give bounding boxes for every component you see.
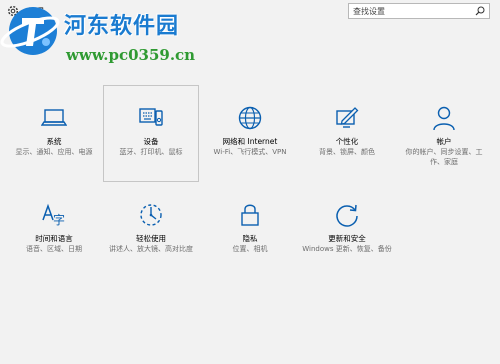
tile-label: 系统 (46, 137, 62, 146)
globe-icon (238, 106, 262, 130)
tile-ease-of-access[interactable]: 轻松使用 讲述人、放大镜、高对比度 (103, 201, 199, 298)
tile-label: 网络和 Internet (222, 137, 278, 146)
watermark-name: 河东软件园 (64, 13, 180, 39)
search-input[interactable] (353, 5, 463, 17)
lock-icon (241, 204, 259, 226)
tile-description: 讲述人、放大镜、高对比度 (109, 245, 193, 253)
tile-label: 时间和语言 (35, 234, 73, 243)
tile-label: 隐私 (242, 234, 258, 243)
tile-system[interactable]: 系统 显示、通知、应用、电源 (6, 104, 102, 201)
svg-text:字: 字 (53, 212, 65, 227)
search-icon[interactable] (475, 6, 485, 16)
tile-label: 更新和安全 (328, 234, 366, 243)
watermark-logo (0, 7, 60, 55)
tile-description: 背景、锁屏、颜色 (319, 148, 375, 156)
tile-privacy[interactable]: 隐私 位置、相机 (202, 201, 298, 298)
tile-description: 蓝牙、打印机、鼠标 (119, 148, 183, 156)
tile-label: 设备 (143, 137, 159, 146)
person-icon (433, 106, 455, 131)
ease-of-access-icon (140, 204, 162, 226)
laptop-icon (41, 109, 67, 126)
devices-icon (139, 108, 163, 126)
search-box[interactable] (348, 3, 490, 19)
personalization-icon (336, 107, 359, 128)
watermark-url: www.pc0359.cn (66, 46, 196, 64)
tile-description: Windows 更新、恢复、备份 (302, 245, 392, 253)
watermark: 河东软件园 www.pc0359.cn (0, 0, 210, 76)
tile-description: 语音、区域、日期 (26, 245, 82, 253)
tile-description: 位置、相机 (232, 245, 268, 253)
tile-description: 显示、通知、应用、电源 (15, 148, 93, 156)
time-language-icon: 字 (42, 203, 65, 227)
tile-time-language[interactable]: 字 时间和语言 语音、区域、日期 (6, 201, 102, 298)
tile-label: 帐户 (436, 137, 452, 146)
tile-description: 你的帐户、同步设置、工作、家庭 (405, 148, 483, 166)
tile-personalization[interactable]: 个性化 背景、锁屏、颜色 (299, 104, 395, 201)
tile-description: Wi-Fi、飞行模式、VPN (213, 148, 287, 156)
tile-update-security[interactable]: 更新和安全 Windows 更新、恢复、备份 (299, 201, 395, 298)
tile-label: 轻松使用 (136, 234, 166, 243)
tile-devices[interactable]: 设备 蓝牙、打印机、鼠标 (103, 85, 199, 182)
tile-accounts[interactable]: 帐户 你的帐户、同步设置、工作、家庭 (396, 104, 492, 201)
tile-network[interactable]: 网络和 Internet Wi-Fi、飞行模式、VPN (202, 104, 298, 201)
update-icon (336, 204, 358, 227)
tile-label: 个性化 (335, 137, 359, 146)
